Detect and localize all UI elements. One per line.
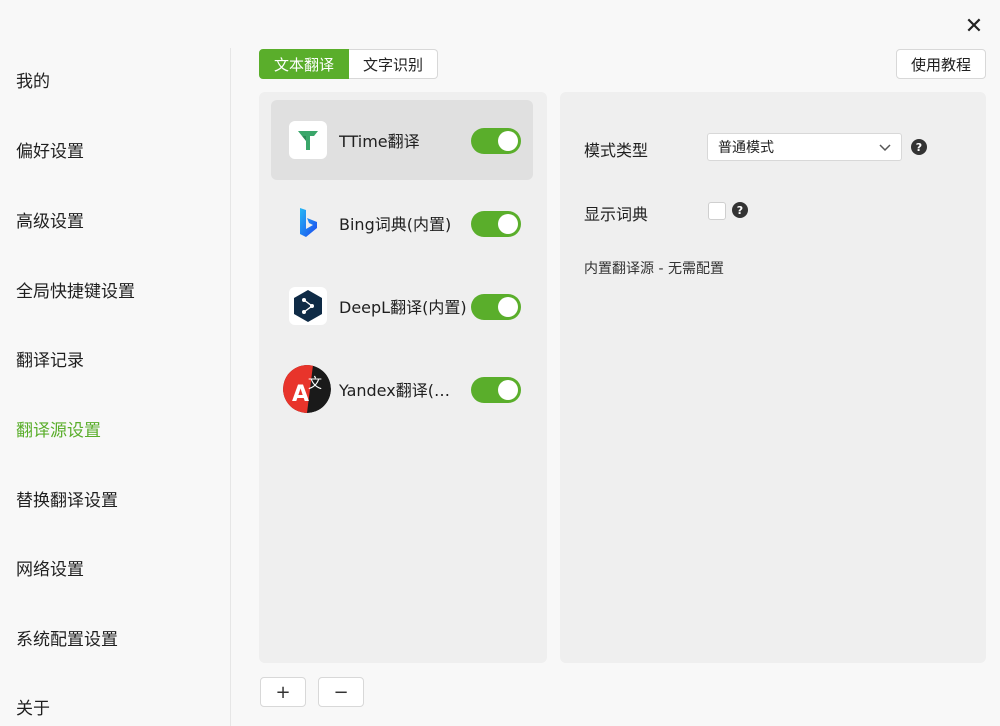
tab-bar: 文本翻译 文字识别 <box>259 49 439 79</box>
help-icon[interactable]: ? <box>911 139 927 155</box>
source-toggle[interactable] <box>471 211 521 237</box>
toggle-knob <box>498 380 518 400</box>
remove-source-button[interactable]: − <box>318 677 364 707</box>
yandex-logo-icon: A 文 <box>283 365 331 413</box>
sidebar-item-advanced[interactable]: 高级设置 <box>16 210 84 234</box>
svg-text:文: 文 <box>308 376 322 392</box>
tutorial-button[interactable]: 使用教程 <box>895 49 986 79</box>
sidebar-item-about[interactable]: 关于 <box>16 697 50 721</box>
mode-select-value: 普通模式 <box>718 140 774 156</box>
sidebar-item-mine[interactable]: 我的 <box>16 70 50 94</box>
config-note: 内置翻译源 - 无需配置 <box>584 261 724 277</box>
close-icon[interactable]: ✕ <box>960 12 988 40</box>
config-panel: 模式类型 普通模式 ? 显示词典 ? 内置翻译源 - 无需配置 <box>560 92 986 663</box>
source-name: DeepL翻译(内置) <box>339 298 467 317</box>
list-item[interactable]: A 文 Yandex翻译(内置) <box>271 349 533 429</box>
list-item[interactable]: Bing词典(内置) <box>271 183 533 263</box>
list-item[interactable]: DeepL翻译(内置) <box>271 266 533 346</box>
svg-text:A: A <box>292 382 309 407</box>
toggle-knob <box>498 214 518 234</box>
source-toggle[interactable] <box>471 377 521 403</box>
tab-ocr[interactable]: 文字识别 <box>349 49 439 79</box>
sidebar-item-network[interactable]: 网络设置 <box>16 558 84 582</box>
list-item[interactable]: TTime翻译 <box>271 100 533 180</box>
tab-text-translate[interactable]: 文本翻译 <box>259 49 350 79</box>
add-source-button[interactable]: + <box>260 677 306 707</box>
dict-label: 显示词典 <box>584 205 649 224</box>
chevron-down-icon <box>879 139 891 159</box>
ttime-logo-icon <box>289 121 327 159</box>
sidebar-item-system[interactable]: 系统配置设置 <box>16 628 118 652</box>
sidebar-item-sources[interactable]: 翻译源设置 <box>16 419 101 443</box>
sidebar-item-replace[interactable]: 替换翻译设置 <box>16 489 118 513</box>
source-name: TTime翻译 <box>339 132 420 151</box>
deepl-logo-icon <box>289 287 327 325</box>
source-name: Bing词典(内置) <box>339 215 452 234</box>
sidebar-item-shortcuts[interactable]: 全局快捷键设置 <box>16 280 135 304</box>
source-toggle[interactable] <box>471 128 521 154</box>
sidebar-item-preferences[interactable]: 偏好设置 <box>16 140 84 164</box>
bing-logo-icon <box>289 204 327 242</box>
toggle-knob <box>498 297 518 317</box>
dict-checkbox[interactable] <box>708 202 726 220</box>
toggle-knob <box>498 131 518 151</box>
sidebar-item-history[interactable]: 翻译记录 <box>16 349 84 373</box>
mode-label: 模式类型 <box>584 141 649 160</box>
source-name: Yandex翻译(内置) <box>339 381 463 400</box>
mode-select[interactable]: 普通模式 <box>707 133 902 161</box>
help-icon[interactable]: ? <box>732 202 748 218</box>
source-list: TTime翻译 Bing词典(内置) DeepL翻译(内置) A 文 Yande… <box>259 92 547 663</box>
source-toggle[interactable] <box>471 294 521 320</box>
